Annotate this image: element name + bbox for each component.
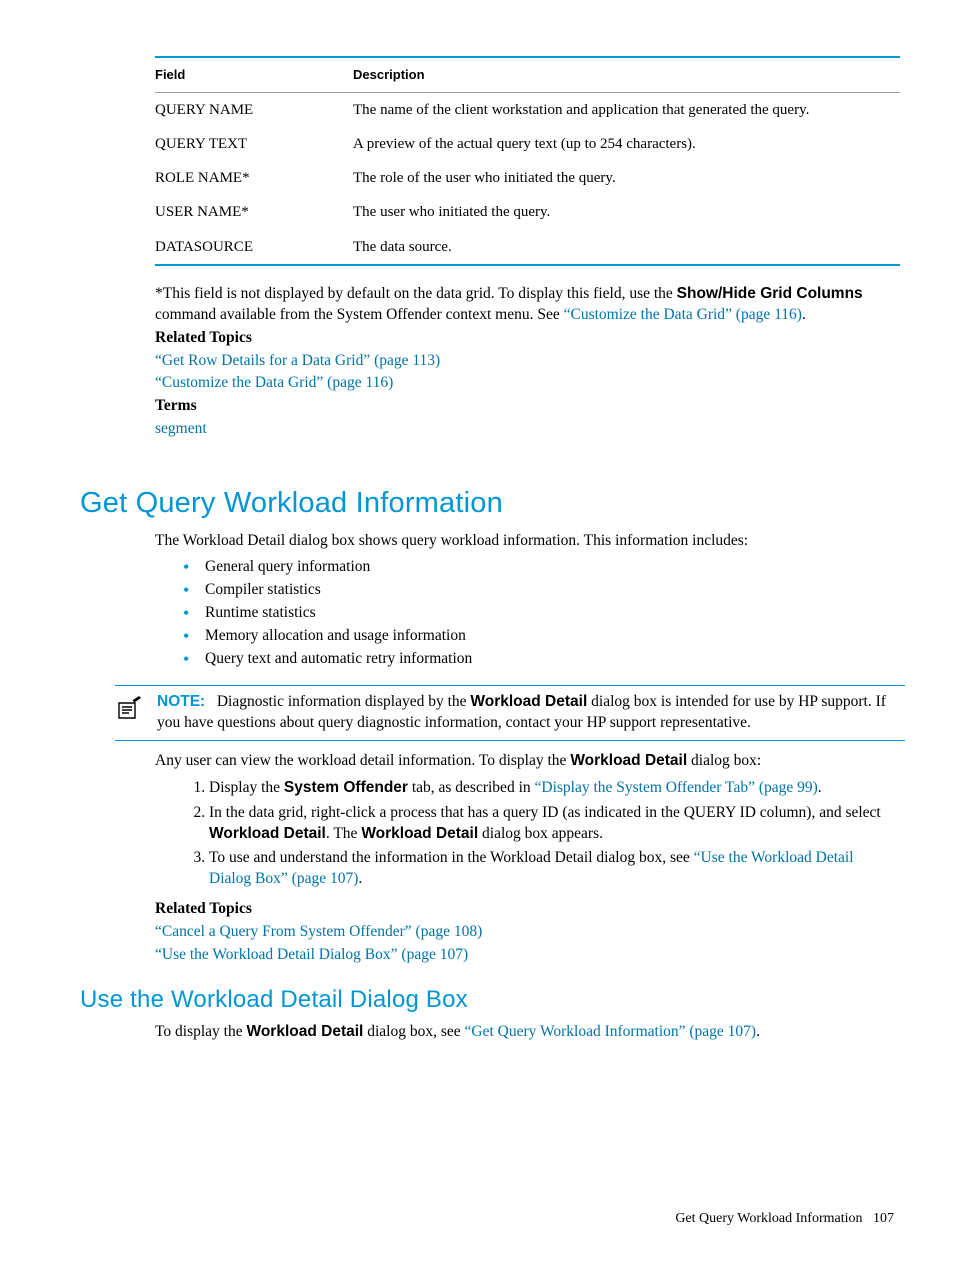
page-footer: Get Query Workload Information 107 (675, 1210, 894, 1229)
cell-field: QUERY TEXT (155, 127, 353, 161)
related-link[interactable]: “Use the Workload Detail Dialog Box” (pa… (155, 946, 468, 963)
table-header-field: Field (155, 57, 353, 92)
terms-heading: Terms (155, 396, 894, 417)
footnote-paragraph: *This field is not displayed by default … (155, 284, 894, 440)
text: To display the (155, 1023, 246, 1040)
note-label: NOTE: (157, 693, 205, 710)
list-item: General query information (205, 556, 894, 579)
cell-desc: A preview of the actual query text (up t… (353, 127, 900, 161)
table-row: USER NAME* The user who initiated the qu… (155, 195, 900, 229)
info-bullet-list: General query information Compiler stati… (155, 556, 894, 671)
bold-text: Workload Detail (246, 1023, 363, 1040)
term-link[interactable]: segment (155, 420, 207, 437)
footnote-text: *This field is not displayed by default … (155, 285, 677, 302)
text: . (818, 779, 822, 796)
bold-text: Workload Detail (209, 825, 326, 842)
footnote-bold: Show/Hide Grid Columns (677, 285, 863, 302)
text: . (358, 870, 362, 887)
section-heading-get-query-workload: Get Query Workload Information (80, 484, 894, 523)
related-link[interactable]: “Get Row Details for a Data Grid” (page … (155, 352, 440, 369)
footnote-text: . (802, 306, 806, 323)
cell-desc: The name of the client workstation and a… (353, 92, 900, 127)
table-row: QUERY NAME The name of the client workst… (155, 92, 900, 127)
text: To use and understand the information in… (209, 849, 694, 866)
related-topics-heading: Related Topics (155, 328, 894, 349)
bold-text: Workload Detail (570, 752, 687, 769)
note-rule-top (115, 685, 905, 686)
cell-field: USER NAME* (155, 195, 353, 229)
step-item: Display the System Offender tab, as desc… (209, 777, 894, 802)
note-rule-bottom (115, 740, 905, 741)
step-item: In the data grid, right-click a process … (209, 802, 894, 848)
text: tab, as described in (408, 779, 535, 796)
text: . (756, 1023, 760, 1040)
footnote-link[interactable]: “Customize the Data Grid” (page 116) (564, 306, 802, 323)
cell-desc: The role of the user who initiated the q… (353, 161, 900, 195)
table-row: DATASOURCE The data source. (155, 230, 900, 265)
note-block: NOTE: Diagnostic information displayed b… (115, 685, 894, 741)
related-link[interactable]: “Customize the Data Grid” (page 116) (155, 374, 393, 391)
text: dialog box: (687, 752, 761, 769)
list-item: Memory allocation and usage information (205, 625, 894, 648)
step-item: To use and understand the information in… (209, 847, 894, 893)
steps-list: Display the System Offender tab, as desc… (155, 777, 894, 894)
note-text: Diagnostic information displayed by the (217, 693, 471, 710)
note-icon (115, 694, 143, 729)
list-item: Runtime statistics (205, 602, 894, 625)
footnote-text: command available from the System Offend… (155, 306, 564, 323)
text: In the data grid, right-click a process … (209, 804, 881, 821)
cell-field: ROLE NAME* (155, 161, 353, 195)
paragraph: Any user can view the workload detail in… (155, 751, 894, 772)
list-item: Compiler statistics (205, 579, 894, 602)
cell-field: DATASOURCE (155, 230, 353, 265)
cell-desc: The user who initiated the query. (353, 195, 900, 229)
related-link[interactable]: “Cancel a Query From System Offender” (p… (155, 923, 482, 940)
section-intro: The Workload Detail dialog box shows que… (155, 531, 894, 552)
text: dialog box appears. (478, 825, 603, 842)
footer-section-title: Get Query Workload Information (675, 1211, 862, 1226)
field-description-table: Field Description QUERY NAME The name of… (155, 56, 900, 266)
related-topics-heading: Related Topics (155, 899, 894, 920)
section2-link[interactable]: “Get Query Workload Information” (page 1… (465, 1023, 757, 1040)
subsection-heading-use-workload-detail: Use the Workload Detail Dialog Box (80, 984, 894, 1016)
list-item: Query text and automatic retry informati… (205, 648, 894, 671)
cell-desc: The data source. (353, 230, 900, 265)
text: . The (326, 825, 361, 842)
table-header-description: Description (353, 57, 900, 92)
note-bold: Workload Detail (470, 693, 587, 710)
step-link[interactable]: “Display the System Offender Tab” (page … (535, 779, 818, 796)
paragraph: To display the Workload Detail dialog bo… (155, 1022, 894, 1043)
text: dialog box, see (363, 1023, 464, 1040)
text: Any user can view the workload detail in… (155, 752, 570, 769)
table-row: QUERY TEXT A preview of the actual query… (155, 127, 900, 161)
bold-text: Workload Detail (361, 825, 478, 842)
table-row: ROLE NAME* The role of the user who init… (155, 161, 900, 195)
bold-text: System Offender (284, 779, 408, 796)
footer-page-number: 107 (873, 1211, 894, 1226)
cell-field: QUERY NAME (155, 92, 353, 127)
text: Display the (209, 779, 284, 796)
